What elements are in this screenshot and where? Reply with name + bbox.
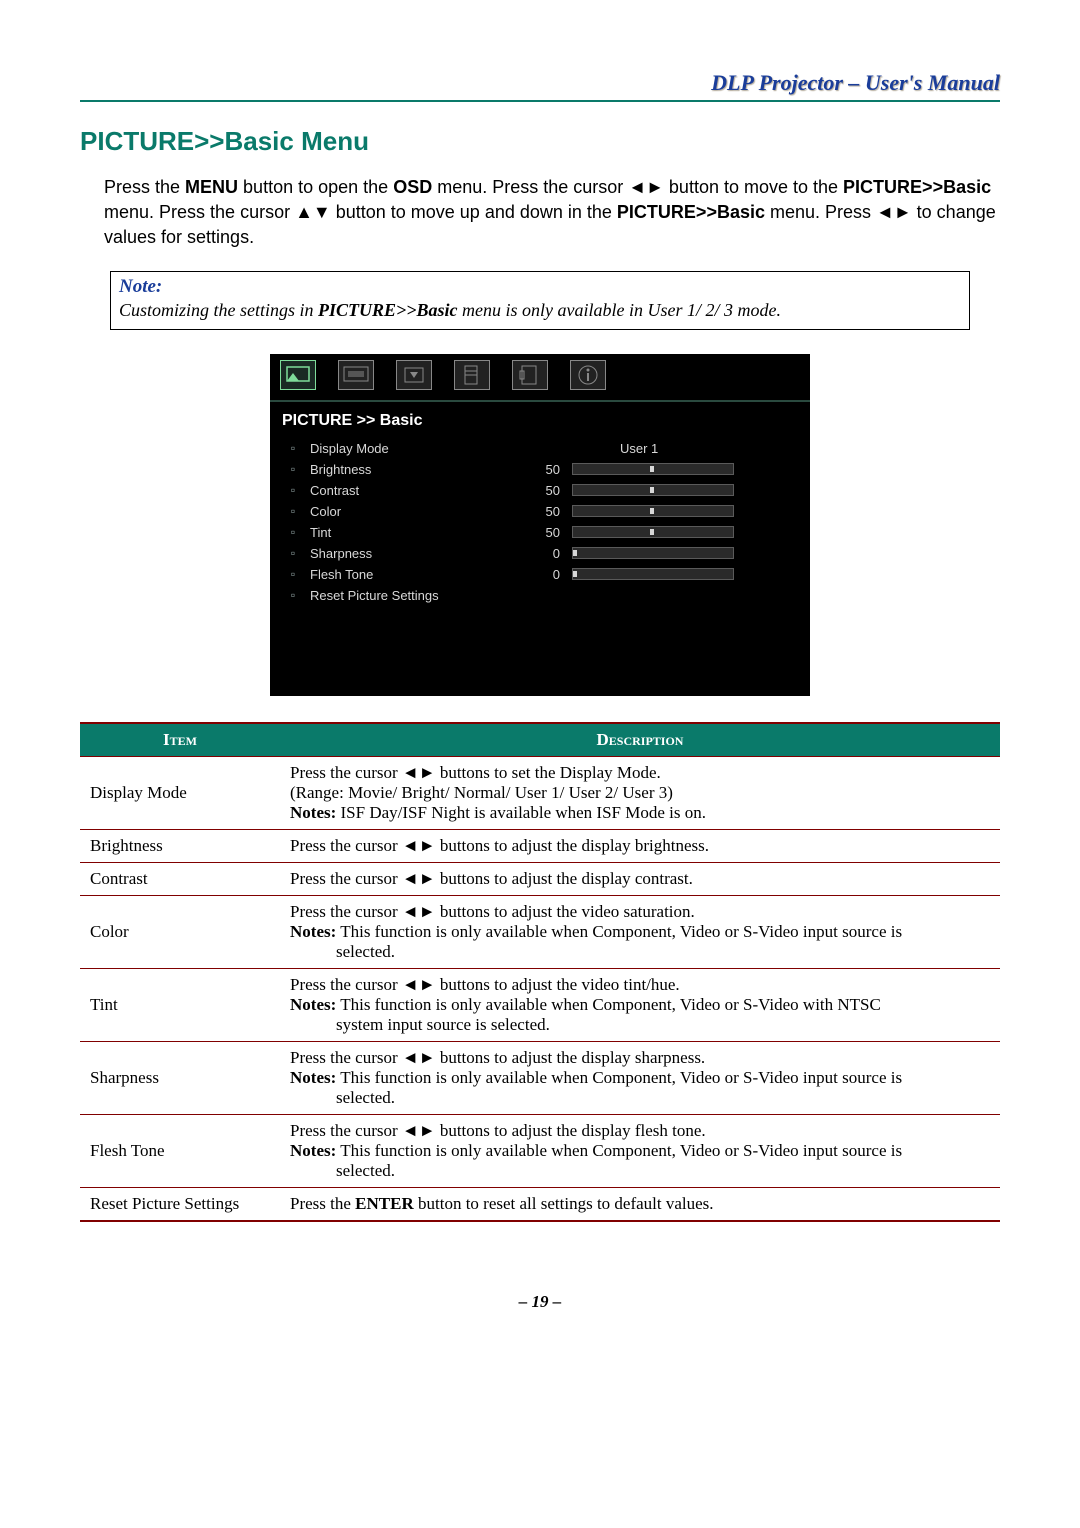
osd-row-label: Display Mode xyxy=(304,441,500,456)
osd-screenshot: PICTURE >> Basic ▫Display ModeUser 1▫Bri… xyxy=(270,354,810,696)
table-item-cell: Display Mode xyxy=(80,756,280,829)
table-desc-cell: Press the cursor ◄► buttons to adjust th… xyxy=(280,862,1000,895)
osd-slider xyxy=(572,526,734,538)
osd-row-value: 0 xyxy=(500,567,560,582)
palette-icon: ▫ xyxy=(282,504,304,518)
note-box: Note: Customizing the settings in PICTUR… xyxy=(110,271,970,330)
description-table: Item Description Display ModePress the c… xyxy=(80,722,1000,1222)
osd-menu-row: ▫Contrast50 xyxy=(270,480,810,501)
osd-row-label: Brightness xyxy=(304,462,500,477)
osd-row-label: Reset Picture Settings xyxy=(304,588,500,603)
table-row: ColorPress the cursor ◄► buttons to adju… xyxy=(80,895,1000,968)
osd-menu-row: ▫Flesh Tone0 xyxy=(270,564,810,585)
osd-row-label: Contrast xyxy=(304,483,500,498)
osd-title: PICTURE >> Basic xyxy=(270,408,810,438)
table-item-cell: Sharpness xyxy=(80,1041,280,1114)
osd-menu-row: ▫Reset Picture Settings xyxy=(270,585,810,606)
sun-icon: ▫ xyxy=(282,462,304,476)
osd-menu-row: ▫Color50 xyxy=(270,501,810,522)
osd-tab-picture-icon xyxy=(280,360,316,390)
osd-menu-row: ▫Sharpness0 xyxy=(270,543,810,564)
table-desc-cell: Press the cursor ◄► buttons to set the D… xyxy=(280,756,1000,829)
osd-slider xyxy=(572,505,734,517)
osd-menu-row: ▫Display Mode User 1 xyxy=(270,438,810,459)
table-item-cell: Contrast xyxy=(80,862,280,895)
osd-slider xyxy=(572,568,734,580)
osd-slider xyxy=(572,484,734,496)
osd-row-value: 50 xyxy=(500,525,560,540)
osd-tab-option-icon xyxy=(454,360,490,390)
note-text: Customizing the settings in PICTURE>>Bas… xyxy=(119,300,961,321)
osd-tab-setup-icon xyxy=(396,360,432,390)
table-item-cell: Reset Picture Settings xyxy=(80,1187,280,1221)
osd-slider xyxy=(572,547,734,559)
osd-menu-row: ▫Brightness50 xyxy=(270,459,810,480)
table-row: ContrastPress the cursor ◄► buttons to a… xyxy=(80,862,1000,895)
page-number: – 19 – xyxy=(80,1292,1000,1312)
osd-tab-display-icon xyxy=(338,360,374,390)
header-title: DLP Projector – User's Manual xyxy=(80,70,1000,96)
table-row: SharpnessPress the cursor ◄► buttons to … xyxy=(80,1041,1000,1114)
osd-tab-bar xyxy=(270,354,810,396)
osd-menu-row: ▫Tint50 xyxy=(270,522,810,543)
osd-tab-info-icon xyxy=(570,360,606,390)
flesh-icon: ▫ xyxy=(282,567,304,581)
intro-paragraph: Press the MENU button to open the OSD me… xyxy=(104,175,1000,251)
tint-icon: ▫ xyxy=(282,525,304,539)
osd-row-value: User 1 xyxy=(620,441,658,456)
reset-icon: ▫ xyxy=(282,588,304,602)
table-item-cell: Brightness xyxy=(80,829,280,862)
osd-slider xyxy=(572,463,734,475)
table-row: Reset Picture SettingsPress the ENTER bu… xyxy=(80,1187,1000,1221)
section-title: PICTURE>>Basic Menu xyxy=(80,126,1000,157)
osd-row-label: Tint xyxy=(304,525,500,540)
table-desc-cell: Press the cursor ◄► buttons to adjust th… xyxy=(280,1114,1000,1187)
table-item-cell: Color xyxy=(80,895,280,968)
table-desc-cell: Press the cursor ◄► buttons to adjust th… xyxy=(280,1041,1000,1114)
table-desc-cell: Press the ENTER button to reset all sett… xyxy=(280,1187,1000,1221)
contrast-icon: ▫ xyxy=(282,483,304,497)
note-title: Note: xyxy=(119,276,961,298)
table-desc-cell: Press the cursor ◄► buttons to adjust th… xyxy=(280,895,1000,968)
table-header-item: Item xyxy=(80,723,280,757)
osd-row-value: 0 xyxy=(500,546,560,561)
table-row: Flesh TonePress the cursor ◄► buttons to… xyxy=(80,1114,1000,1187)
table-row: BrightnessPress the cursor ◄► buttons to… xyxy=(80,829,1000,862)
osd-row-label: Sharpness xyxy=(304,546,500,561)
table-desc-cell: Press the cursor ◄► buttons to adjust th… xyxy=(280,968,1000,1041)
table-row: TintPress the cursor ◄► buttons to adjus… xyxy=(80,968,1000,1041)
osd-row-value: 50 xyxy=(500,483,560,498)
table-desc-cell: Press the cursor ◄► buttons to adjust th… xyxy=(280,829,1000,862)
table-item-cell: Tint xyxy=(80,968,280,1041)
osd-row-value: 50 xyxy=(500,504,560,519)
osd-tab-lang-icon xyxy=(512,360,548,390)
table-item-cell: Flesh Tone xyxy=(80,1114,280,1187)
monitor-icon: ▫ xyxy=(282,441,304,455)
osd-row-label: Color xyxy=(304,504,500,519)
osd-row-value: 50 xyxy=(500,462,560,477)
osd-row-label: Flesh Tone xyxy=(304,567,500,582)
sharpness-icon: ▫ xyxy=(282,546,304,560)
table-header-desc: Description xyxy=(280,723,1000,757)
table-row: Display ModePress the cursor ◄► buttons … xyxy=(80,756,1000,829)
